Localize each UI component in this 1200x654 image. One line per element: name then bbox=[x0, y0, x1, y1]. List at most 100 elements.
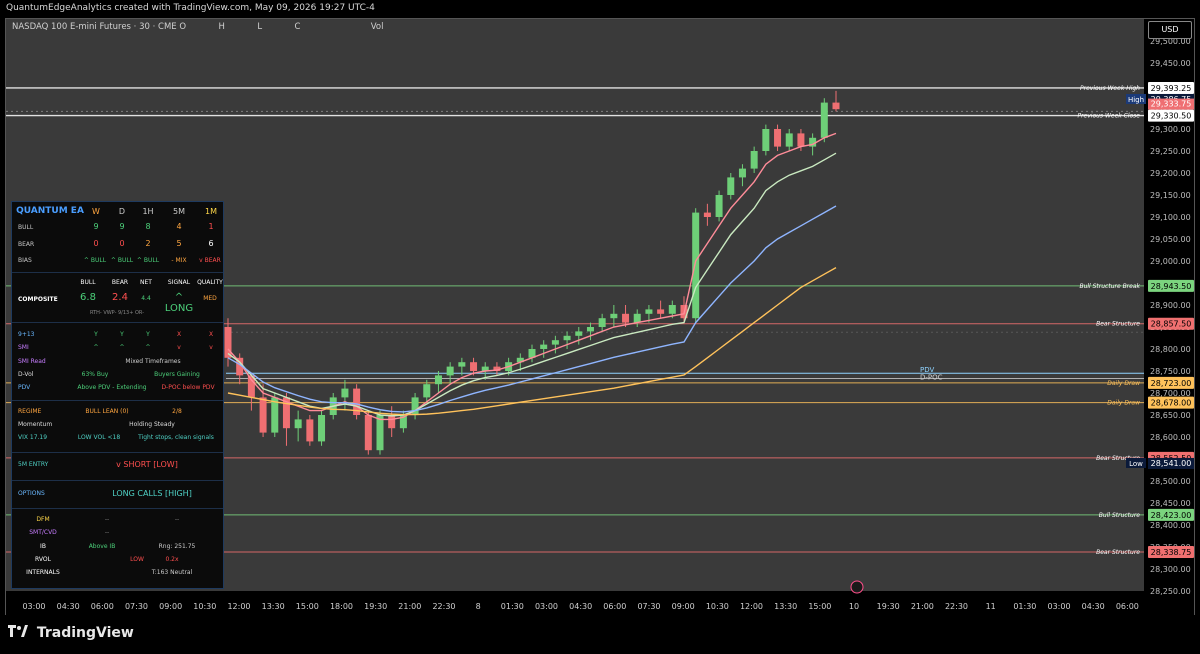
currency-button[interactable]: USD bbox=[1148, 21, 1192, 39]
dvol-value1: 63% Buy bbox=[81, 371, 109, 378]
bull-w: 9 bbox=[93, 222, 99, 231]
candle-body bbox=[259, 397, 267, 433]
level-label: Bull Structure bbox=[1099, 512, 1141, 519]
ohlc-h-label: H bbox=[218, 22, 225, 32]
ib-value: Above IB bbox=[88, 543, 116, 550]
bull-label: BULL bbox=[18, 224, 34, 231]
time-tick-label: 11 bbox=[986, 602, 996, 611]
bear-d: 0 bbox=[119, 239, 125, 248]
level-label: Daily Draw bbox=[1107, 380, 1140, 387]
time-tick-label: 07:30 bbox=[637, 602, 660, 611]
rvol-value2: 0.2x bbox=[165, 556, 179, 563]
bear-1h: 2 bbox=[145, 239, 151, 248]
price-tick-label: 28,600.00 bbox=[1150, 433, 1191, 442]
composite-net: 4.4 bbox=[141, 295, 151, 302]
time-tick-label: 15:00 bbox=[808, 602, 831, 611]
time-tick-label: 19:30 bbox=[877, 602, 900, 611]
panel-divider bbox=[12, 272, 223, 273]
candle-body bbox=[341, 388, 349, 398]
momentum-value: Holding Steady bbox=[129, 421, 175, 428]
event-marker-icon bbox=[850, 580, 864, 594]
composite-label: COMPOSITE bbox=[18, 296, 58, 303]
time-tick-label: 06:00 bbox=[603, 602, 626, 611]
dvol-value2: Buyers Gaining bbox=[154, 371, 200, 378]
symbol-legend[interactable]: NASDAQ 100 E-mini Futures · 30 · CME O H… bbox=[12, 22, 383, 32]
quantum-ea-panel: QUANTUM EA W D 1H 5M 1M BULL 9 9 8 4 1 B… bbox=[11, 201, 224, 589]
price-tick-label: 29,200.00 bbox=[1150, 169, 1191, 178]
screenshot-frame: QuantumEdgeAnalytics created with Tradin… bbox=[0, 0, 1200, 654]
level-price-tag-label: 29,393.25 bbox=[1151, 84, 1192, 93]
smi-label: SMI bbox=[18, 344, 29, 351]
ib-range: Rng: 251.75 bbox=[158, 543, 196, 550]
candle-body bbox=[388, 415, 396, 429]
smt-label: SMT/CVD bbox=[29, 529, 57, 536]
smi-read-value: Mixed Timeframes bbox=[125, 358, 181, 365]
bull-5m: 4 bbox=[176, 222, 182, 231]
tf-header-1h: 1H bbox=[142, 207, 154, 216]
options-value: LONG CALLS [HIGH] bbox=[112, 489, 192, 498]
time-tick-label: 01:30 bbox=[501, 602, 524, 611]
panel-divider bbox=[12, 452, 223, 453]
comp-header-bear: BEAR bbox=[111, 279, 129, 286]
tf-header-5m: 5M bbox=[173, 207, 185, 216]
dfm-label: DFM bbox=[36, 516, 50, 523]
time-tick-label: 09:00 bbox=[159, 602, 182, 611]
time-tick-label: 15:00 bbox=[296, 602, 319, 611]
tf-header-d: D bbox=[118, 207, 126, 216]
tradingview-logo[interactable]: TradingView bbox=[8, 625, 134, 641]
volume-label: Vol bbox=[370, 22, 384, 32]
time-tick-label: 19:30 bbox=[364, 602, 387, 611]
comp-header-net: NET bbox=[140, 279, 152, 286]
time-tick-label: 01:30 bbox=[1013, 602, 1036, 611]
candle-body bbox=[610, 313, 618, 319]
ib-label: IB bbox=[40, 543, 46, 550]
price-tick-label: 28,250.00 bbox=[1150, 587, 1191, 596]
candle-body bbox=[598, 318, 606, 327]
candle-body bbox=[423, 384, 431, 398]
candle-body bbox=[364, 415, 372, 451]
bias-1m: v BEAR bbox=[199, 257, 221, 264]
candle-body bbox=[318, 415, 326, 442]
price-tick-label: 28,450.00 bbox=[1150, 499, 1191, 508]
dpoc-label: D-POC bbox=[920, 373, 943, 381]
high-badge-label: High bbox=[1128, 96, 1144, 104]
dfm-value2: -- bbox=[174, 516, 180, 523]
candle-body bbox=[294, 419, 302, 429]
time-tick-label: 21:00 bbox=[398, 602, 421, 611]
level-label: Previous Week Close bbox=[1077, 113, 1140, 120]
composite-quality: MED bbox=[203, 295, 217, 302]
level-price-tag-label: 28,943.50 bbox=[1151, 282, 1192, 291]
candle-body bbox=[586, 327, 594, 332]
candle-body bbox=[376, 415, 384, 451]
price-tick-label: 29,100.00 bbox=[1150, 213, 1191, 222]
price-tick-label: 28,400.00 bbox=[1150, 521, 1191, 530]
tf-header-1m: 1M bbox=[205, 207, 217, 216]
candle-body bbox=[470, 362, 478, 371]
comp-header-quality: QUALITY bbox=[197, 279, 223, 286]
level-price-tag-label: 28,723.00 bbox=[1151, 379, 1192, 388]
price-tick-label: 28,750.00 bbox=[1150, 367, 1191, 376]
smt-value: -- bbox=[104, 529, 110, 536]
ohlc-c-label: C bbox=[294, 22, 301, 32]
level-price-tag-label: 29,330.50 bbox=[1151, 112, 1192, 121]
ema-1m: X bbox=[208, 331, 214, 338]
ema-1h: Y bbox=[146, 331, 150, 338]
regime-value: BULL LEAN (0) bbox=[85, 408, 129, 415]
candle-body bbox=[551, 340, 559, 345]
time-tick-label: 13:30 bbox=[774, 602, 797, 611]
bear-5m: 5 bbox=[176, 239, 182, 248]
price-tick-label: 28,300.00 bbox=[1150, 565, 1191, 574]
level-label: Bear Structure bbox=[1096, 549, 1140, 556]
time-tick-label: 12:00 bbox=[227, 602, 250, 611]
level-price-tag-label: 28,678.00 bbox=[1151, 399, 1192, 408]
regime-label: REGIME bbox=[18, 408, 42, 415]
candle-body bbox=[563, 335, 571, 341]
candle-body bbox=[738, 168, 746, 178]
dvol-label: D-Vol bbox=[18, 371, 34, 378]
time-tick-label: 8 bbox=[476, 602, 481, 611]
symbol-name: NASDAQ 100 E-mini Futures · 30 · CME bbox=[12, 22, 177, 32]
smi-1m: v bbox=[209, 344, 213, 351]
composite-subtext: RTH- VWP- 9/13+ OR- bbox=[90, 310, 144, 316]
dfm-value1: -- bbox=[104, 516, 110, 523]
candle-body bbox=[446, 366, 454, 376]
